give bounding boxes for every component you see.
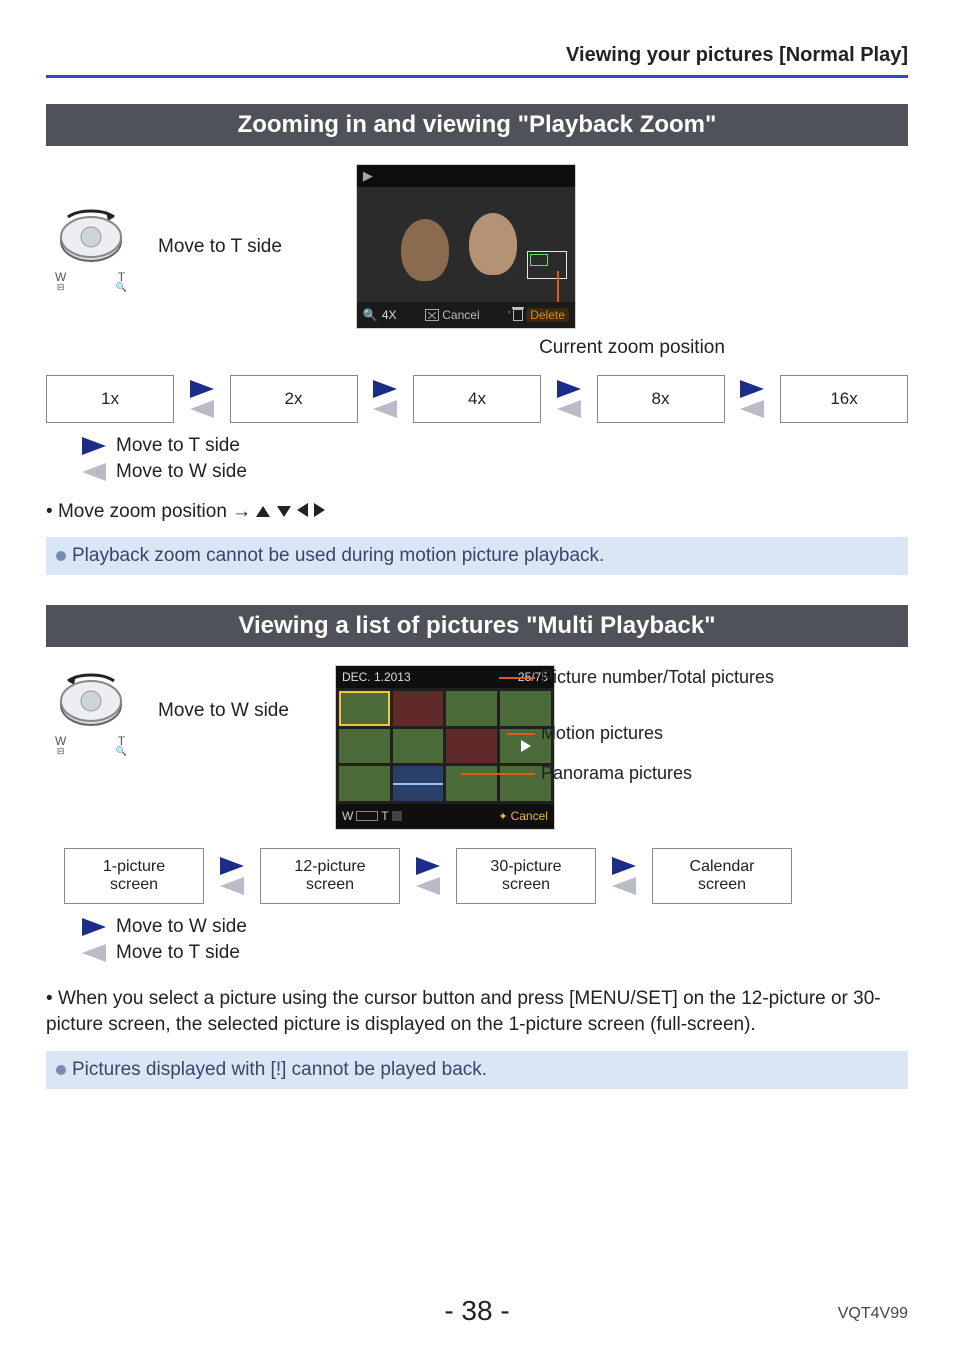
screen-modes-row: 1-picturescreen 12-picturescreen 30-pict… <box>64 848 908 904</box>
cancel-control[interactable]: ✦ Cancel <box>498 809 548 823</box>
document-id: VQT4V99 <box>838 1305 908 1323</box>
bottom-t: T <box>381 809 388 823</box>
thumbnail[interactable] <box>446 729 497 764</box>
zoom-arrows <box>368 377 403 421</box>
zoom-position-caption: Current zoom position <box>356 337 908 359</box>
thumbnail-panorama[interactable] <box>393 766 444 801</box>
dial-t-label: T🔍 <box>116 735 127 756</box>
page-number: - 38 - <box>444 1295 509 1327</box>
body-instruction: • When you select a picture using the cu… <box>46 986 908 1037</box>
delete-control[interactable]: ' Delete <box>508 308 569 322</box>
zoom-legend: Move to T side Move to W side <box>82 435 908 483</box>
mode-icon: ▶ <box>363 168 373 184</box>
dial-t-label: T🔍 <box>116 271 127 292</box>
zoom-level-4x: 4x <box>413 375 541 423</box>
multi-dial: W⊟ T🔍 <box>46 665 136 756</box>
zoom-ratio: 4X <box>382 308 397 322</box>
zoom-arrows <box>551 377 586 421</box>
header-rule <box>46 75 908 78</box>
page-header: Viewing your pictures [Normal Play] <box>46 44 908 67</box>
note-not-playable: Pictures displayed with [!] cannot be pl… <box>46 1051 908 1089</box>
section1-title: Zooming in and viewing "Playback Zoom" <box>46 104 908 146</box>
screen-arrows <box>606 854 642 898</box>
thumbnail[interactable] <box>339 691 390 726</box>
thumbnail[interactable] <box>500 691 551 726</box>
arrow-right-icon <box>82 918 106 936</box>
direction-icons <box>256 501 325 522</box>
thumbnail[interactable] <box>446 691 497 726</box>
bottom-w: W <box>342 809 353 823</box>
legend-t: Move to T side <box>116 942 240 964</box>
bullet-icon <box>56 1065 66 1075</box>
zoom-dial: W⊟ T🔍 <box>46 201 136 292</box>
multi-playback-preview: DEC. 1.2013 25/75 <box>335 665 555 830</box>
screen-arrows <box>410 854 446 898</box>
callout-motion-pictures: Motion pictures <box>541 723 663 744</box>
section2-title: Viewing a list of pictures "Multi Playba… <box>46 605 908 647</box>
zoom-level-1x: 1x <box>46 375 174 423</box>
magnifier-icon: 🔍 <box>363 308 378 322</box>
callout-panorama-pictures: Panorama pictures <box>541 763 692 784</box>
note-playback-zoom: Playback zoom cannot be used during moti… <box>46 537 908 575</box>
legend-w: Move to W side <box>116 461 247 483</box>
dial-icon <box>56 201 126 271</box>
dial-w-label: W⊟ <box>55 271 66 292</box>
screen-30-picture: 30-picturescreen <box>456 848 596 904</box>
thumbnail[interactable] <box>393 691 444 726</box>
delete-label: Delete <box>526 308 569 322</box>
play-icon <box>521 740 531 752</box>
dial-instruction: Move to W side <box>158 700 289 722</box>
dial-instruction: Move to T side <box>158 236 282 258</box>
zoom-level-16x: 16x <box>780 375 908 423</box>
thumbnail[interactable] <box>446 766 497 801</box>
cancel-label: Cancel <box>511 809 548 823</box>
zoom-arrows <box>184 377 219 421</box>
select-icon: ✦ <box>498 810 507 823</box>
arrow-right-icon <box>82 437 106 455</box>
callout-picture-number: Picture number/Total pictures <box>541 667 774 688</box>
thumbnail[interactable] <box>339 729 390 764</box>
dial-w-label: W⊟ <box>55 735 66 756</box>
cancel-label: Cancel <box>442 308 479 322</box>
screen-calendar: Calendarscreen <box>652 848 792 904</box>
thumbnail[interactable] <box>339 766 390 801</box>
zoom-level-8x: 8x <box>597 375 725 423</box>
screen-arrows <box>214 854 250 898</box>
zoom-levels-row: 1x 2x 4x 8x 16x <box>46 375 908 423</box>
cancel-icon <box>425 309 439 321</box>
arrow-left-icon <box>82 944 106 962</box>
screen-1-picture: 1-picturescreen <box>64 848 204 904</box>
zoom-arrows <box>735 377 770 421</box>
thumbnail[interactable] <box>393 729 444 764</box>
multi-legend: Move to W side Move to T side <box>82 916 908 964</box>
panorama-icon <box>393 783 444 785</box>
cancel-control[interactable]: Cancel <box>425 308 479 322</box>
playback-preview: ▶ 🔍 4X Cancel ' De <box>356 164 576 329</box>
screen-12-picture: 12-picturescreen <box>260 848 400 904</box>
trash-icon <box>513 309 523 321</box>
preview-date: DEC. 1.2013 <box>342 670 411 684</box>
dial-icon <box>56 665 126 735</box>
legend-t: Move to T side <box>116 435 240 457</box>
zoom-position-indicator <box>527 251 567 279</box>
arrow-left-icon <box>82 463 106 481</box>
bullet-icon <box>56 551 66 561</box>
legend-w: Move to W side <box>116 916 247 938</box>
move-zoom-instruction: • Move zoom position → <box>46 501 908 523</box>
zoom-level-2x: 2x <box>230 375 358 423</box>
